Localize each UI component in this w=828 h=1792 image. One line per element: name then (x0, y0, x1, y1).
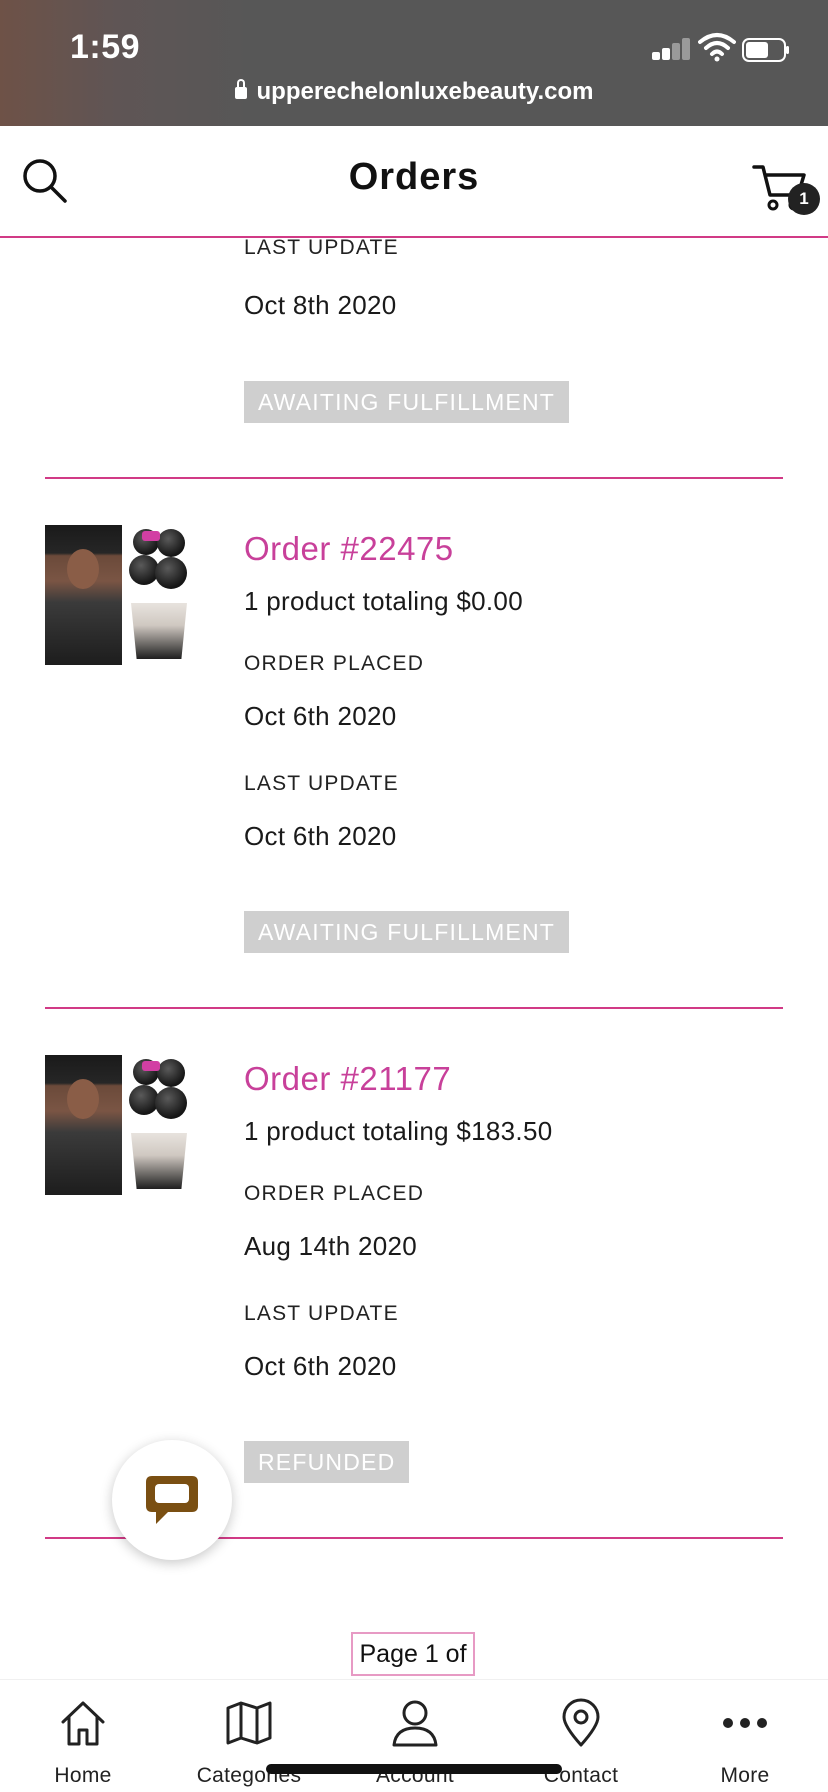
address-bar[interactable]: upperechelonluxebeauty.com (0, 78, 828, 106)
order-placed-value: Oct 6th 2020 (244, 701, 397, 731)
battery-icon (742, 38, 789, 62)
last-update-value: Oct 8th 2020 (244, 290, 397, 320)
last-update-label: LAST UPDATE (244, 236, 399, 259)
order-summary: 1 product totaling $183.50 (244, 1116, 553, 1146)
product-thumbnail[interactable] (45, 525, 187, 665)
bottom-navigation: Home Categories Account Contact More (0, 1680, 828, 1792)
lock-icon (234, 79, 247, 99)
map-icon (226, 1701, 272, 1745)
live-chat-button[interactable] (112, 1440, 232, 1560)
nav-more-label: More (720, 1764, 770, 1787)
status-badge: AWAITING FULFILLMENT (244, 381, 570, 423)
order-divider (45, 477, 783, 479)
url-text: upperechelonluxebeauty.com (256, 78, 594, 105)
location-pin-icon (562, 1698, 600, 1747)
product-thumbnail[interactable] (45, 1055, 187, 1195)
pagination-indicator: Page 1 of 1 (351, 1632, 475, 1708)
order-placed-value: Aug 14th 2020 (244, 1231, 418, 1261)
more-dots-icon (723, 1718, 767, 1728)
last-update-label: LAST UPDATE (244, 1302, 399, 1325)
status-bar: 1:59 upperechelonluxebeauty.com (0, 0, 828, 126)
app-header: Orders (0, 126, 828, 238)
home-icon (61, 1701, 105, 1746)
page-title: Orders (348, 156, 480, 198)
status-badge: REFUNDED (244, 1441, 410, 1483)
chat-icon (146, 1476, 198, 1524)
order-summary: 1 product totaling $0.00 (244, 586, 523, 616)
last-update-label: LAST UPDATE (244, 772, 399, 795)
order-number-link[interactable]: Order #21177 (244, 1060, 451, 1098)
order-number-link[interactable]: Order #22475 (244, 530, 454, 568)
nav-categories[interactable]: Categories (166, 1680, 332, 1792)
status-time: 1:59 (70, 28, 141, 66)
last-update-value: Oct 6th 2020 (244, 1351, 397, 1381)
order-placed-label: ORDER PLACED (244, 1182, 425, 1205)
nav-contact[interactable]: Contact (498, 1680, 664, 1792)
wifi-icon (698, 33, 736, 62)
last-update-value: Oct 6th 2020 (244, 821, 397, 851)
nav-home[interactable]: Home (0, 1680, 166, 1792)
nav-more[interactable]: More (662, 1680, 828, 1792)
home-indicator (266, 1764, 562, 1774)
order-placed-label: ORDER PLACED (244, 652, 425, 675)
status-badge: AWAITING FULFILLMENT (244, 911, 570, 953)
order-divider (45, 1007, 783, 1009)
cell-signal-icon (652, 36, 692, 60)
nav-home-label: Home (54, 1764, 112, 1787)
user-icon (392, 1700, 438, 1747)
cart-count-badge: 1 (788, 183, 820, 215)
nav-account[interactable]: Account (332, 1680, 498, 1792)
